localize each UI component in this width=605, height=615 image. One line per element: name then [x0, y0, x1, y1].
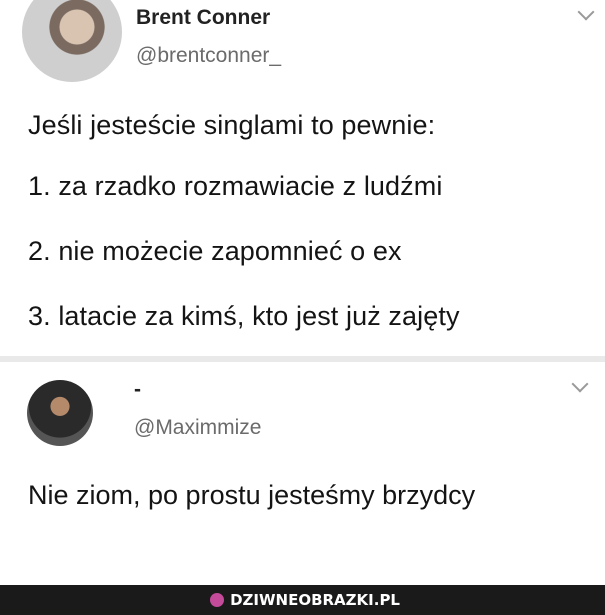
author-name[interactable]: - [134, 378, 141, 402]
chevron-down-icon[interactable] [577, 3, 595, 21]
reply-card: - @Maximmize Nie ziom, po prostu jesteśm… [0, 360, 605, 550]
brand-logo-icon [210, 593, 225, 607]
watermark: DZIWNEOBRAZKI.PL [210, 591, 400, 609]
footer-bar: DZIWNEOBRAZKI.PL [0, 585, 605, 615]
tweet-line: 3. latacie za kimś, kto jest już zajęty [28, 301, 460, 331]
watermark-text: DZIWNEOBRAZKI.PL [230, 591, 400, 609]
tweet-line: Jeśli jesteście singlami to pewnie: [28, 110, 436, 140]
reply-text: Nie ziom, po prostu jesteśmy brzydcy [28, 480, 476, 510]
tweet-line: 1. za rzadko rozmawiacie z ludźmi [28, 171, 443, 201]
author-handle[interactable]: @Maximmize [134, 416, 262, 440]
chevron-down-icon[interactable] [571, 375, 589, 393]
author-name[interactable]: Brent Conner [136, 6, 270, 30]
author-handle[interactable]: @brentconner_ [136, 44, 281, 68]
avatar[interactable] [22, 0, 122, 82]
tweet-line: 2. nie możecie zapomnieć o ex [28, 236, 402, 266]
avatar[interactable] [27, 380, 93, 446]
tweet-card: Brent Conner @brentconner_ Jeśli jesteśc… [0, 0, 605, 360]
